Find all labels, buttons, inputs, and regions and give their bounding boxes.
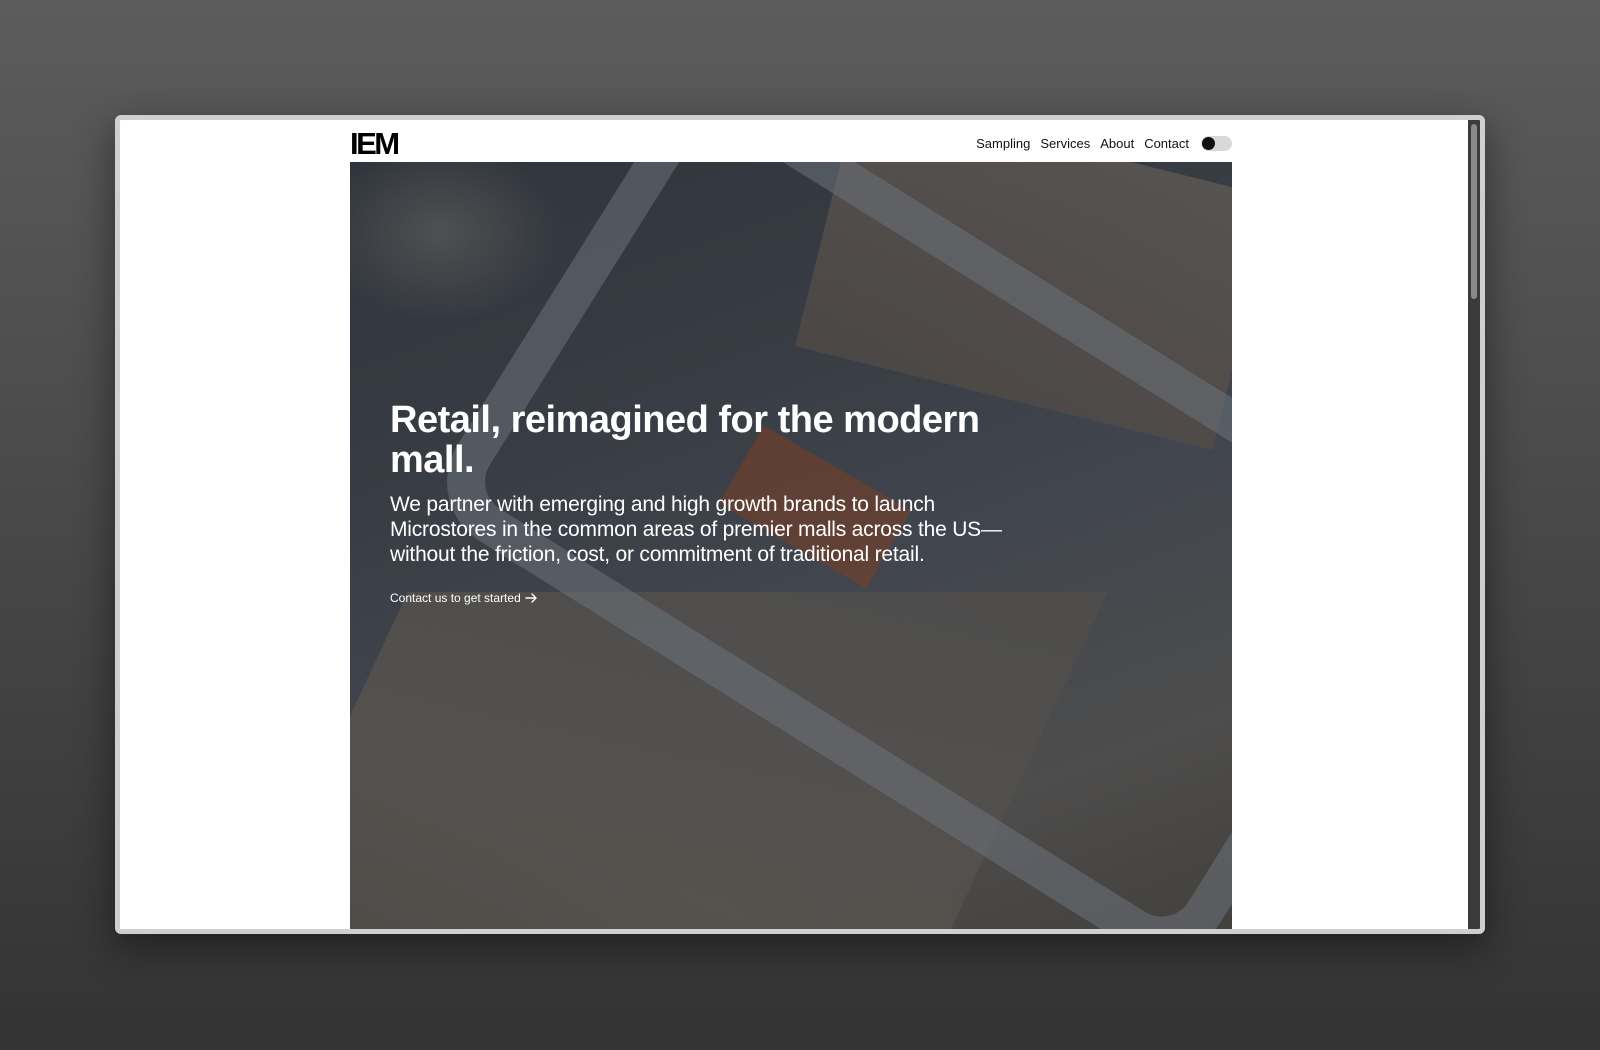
nav-sampling[interactable]: Sampling — [976, 136, 1030, 151]
main-nav: Sampling Services About Contact — [976, 135, 1232, 151]
cta-label: Contact us to get started — [390, 591, 521, 605]
toggle-knob-icon — [1202, 136, 1215, 150]
site-container: IEM Sampling Services About Contact Reta… — [350, 120, 1232, 929]
hero-content: Retail, reimagined for the modern mall. … — [390, 400, 1010, 607]
hero-section: Retail, reimagined for the modern mall. … — [350, 162, 1232, 929]
theme-toggle[interactable] — [1201, 135, 1232, 151]
scrollbar[interactable] — [1468, 120, 1480, 929]
browser-window: IEM Sampling Services About Contact Reta… — [115, 115, 1485, 934]
hero-subtitle: We partner with emerging and high growth… — [390, 493, 1002, 566]
nav-about[interactable]: About — [1100, 136, 1134, 151]
arrow-right-icon — [525, 593, 537, 603]
logo[interactable]: IEM — [350, 128, 400, 159]
nav-contact[interactable]: Contact — [1144, 136, 1189, 151]
nav-services[interactable]: Services — [1040, 136, 1090, 151]
contact-cta-link[interactable]: Contact us to get started — [390, 591, 538, 605]
scrollbar-thumb[interactable] — [1471, 124, 1477, 299]
site-header: IEM Sampling Services About Contact — [350, 120, 1232, 162]
hero-title: Retail, reimagined for the modern mall. — [390, 399, 980, 481]
